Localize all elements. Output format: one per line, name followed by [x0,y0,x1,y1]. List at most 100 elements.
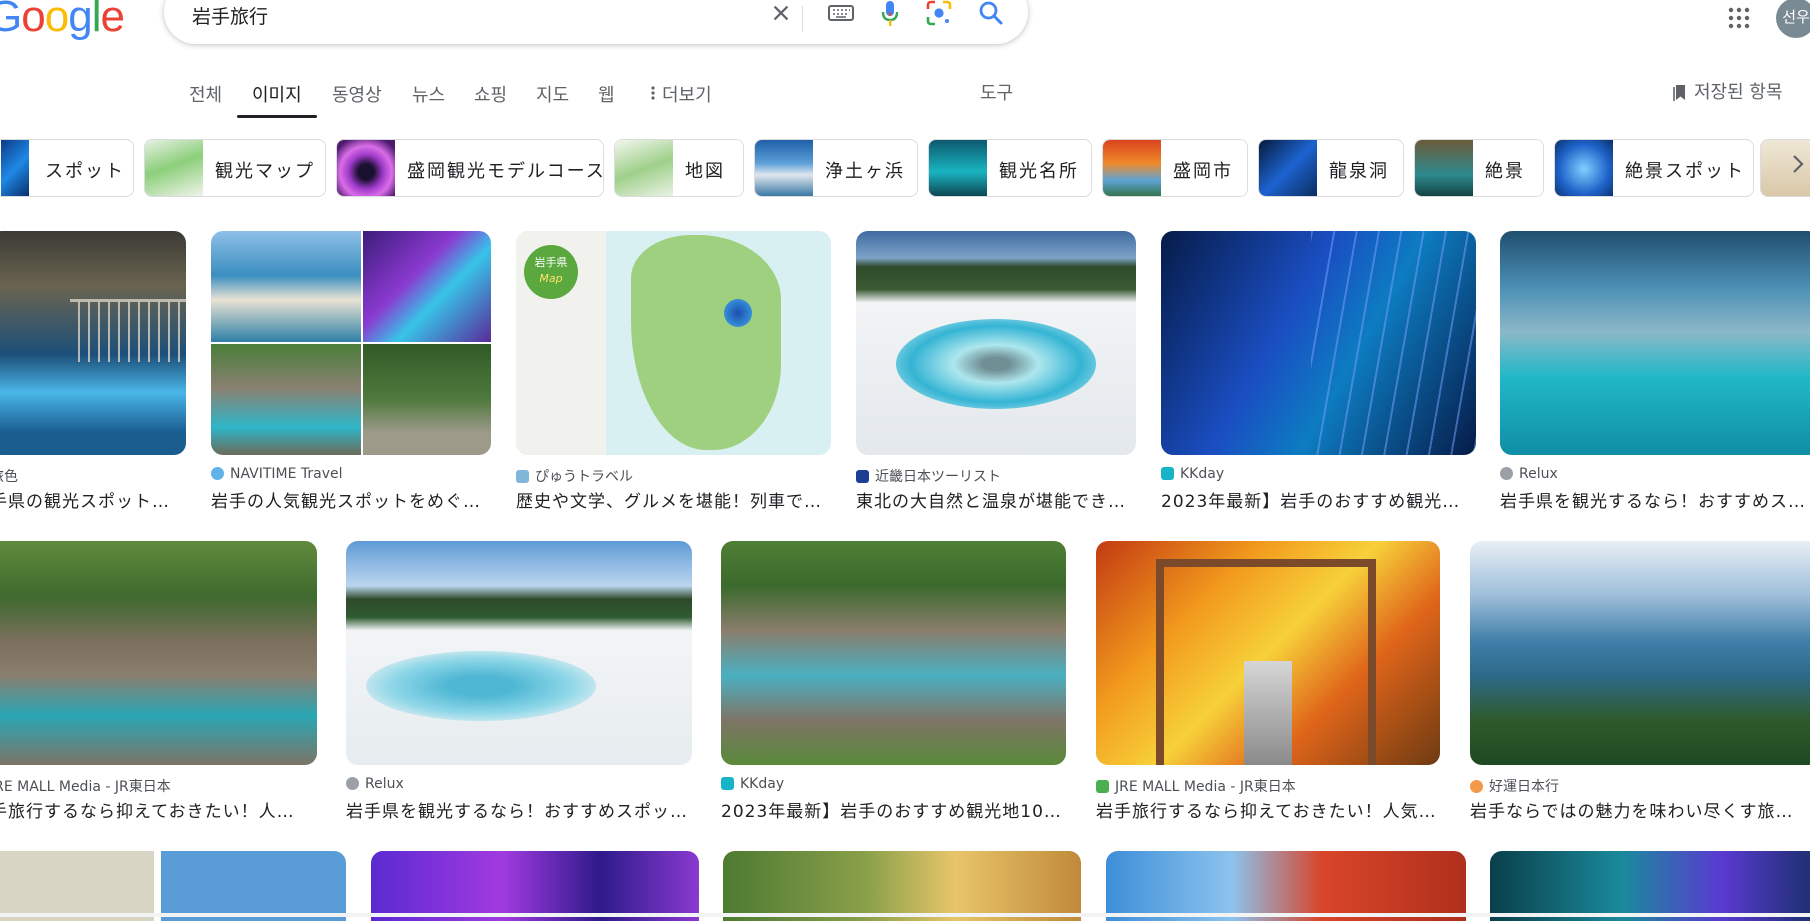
map-prefecture-shape [631,235,781,450]
result-title[interactable]: 手県の観光スポット… [0,487,186,512]
result-thumbnail[interactable] [1096,541,1440,765]
google-lens-icon[interactable] [926,0,952,30]
more-vert-icon [650,85,656,106]
result-title[interactable]: 歴史や文学、グルメを堪能！列車で… [516,487,831,512]
result-source[interactable]: 好運日本行 [1470,776,1559,796]
result-title[interactable]: 手旅行するなら抑えておきたい！人気… [0,797,310,822]
related-search-chips: スポット 観光マップ 盛岡観光モデルコース 地図 浄土ヶ浜 観光名所 盛岡市 龍… [0,139,1810,201]
result-title[interactable]: 岩手県を観光するなら！おすすめスポッ… [346,797,692,822]
chip-map[interactable]: 地図 [614,139,744,197]
result-thumbnail[interactable] [371,851,699,921]
result-title[interactable]: 東北の大自然と温泉が堪能でき… [856,487,1136,512]
result-thumbnail[interactable] [1490,851,1810,921]
walkway-graphic [70,299,186,362]
chip-label: スポット [45,161,125,182]
tab-maps[interactable]: 지도 [536,81,569,107]
tab-all[interactable]: 전체 [189,81,222,107]
chip-scenic-spots[interactable]: 絶景スポット [1554,139,1754,197]
chip-label: 絶景 [1485,161,1525,182]
result-source[interactable]: JRE MALL Media - JR東日本 [1096,776,1296,796]
result-source[interactable]: KKday [1161,466,1224,482]
chip-tourist-spots[interactable]: 観光名所 [928,139,1092,197]
close-icon[interactable] [770,2,792,28]
result-source[interactable]: JRE MALL Media - JR東日本 [0,776,171,796]
result-thumbnail[interactable] [0,541,317,765]
photo-tile [363,344,491,455]
chip-label: 盛岡観光モデルコース [407,161,604,182]
chip-thumbnail [1259,140,1317,196]
saved-items-button[interactable]: 저장된 항목 [1672,78,1783,107]
keyboard-icon[interactable] [828,4,854,26]
result-thumbnail[interactable] [1161,231,1476,455]
chip-label: 龍泉洞 [1329,161,1389,182]
result-thumbnail[interactable] [723,851,1081,921]
microphone-icon[interactable] [880,0,900,32]
viewport-bottom-edge [0,913,1810,917]
apps-grid-icon[interactable] [1727,6,1751,34]
search-divider [802,6,803,32]
result-thumbnail[interactable] [721,541,1066,765]
result-source[interactable]: 近畿日本ツーリスト [856,466,1001,486]
favicon-icon [346,777,359,790]
favicon-icon [211,467,224,480]
avatar[interactable]: 선우 [1776,0,1810,38]
active-tab-indicator [237,115,317,118]
result-thumbnail[interactable]: 岩手県 Map [516,231,831,455]
chip-thumbnail [145,140,203,196]
tools-button[interactable]: 도구 [980,79,1013,105]
favicon-icon [1470,780,1483,793]
result-source[interactable]: KKday [721,776,784,792]
chip-morioka[interactable]: 盛岡市 [1102,139,1248,197]
search-input[interactable]: 岩手旅行 [192,2,268,29]
photo-tile [363,231,491,342]
source-name: Relux [1519,466,1558,482]
dragon-eye-pond [896,319,1096,409]
chip-model-course[interactable]: 盛岡観光モデルコース [336,139,604,197]
result-source[interactable]: Relux [1500,466,1558,482]
logo-letter: g [68,0,93,41]
tab-images[interactable]: 이미지 [252,81,302,107]
chip-label: 盛岡市 [1173,161,1233,182]
result-title[interactable]: 岩手ならではの魅力を味わい尽くす旅行… [1470,797,1800,822]
chip-ryusendo[interactable]: 龍泉洞 [1258,139,1404,197]
photo-tile [211,231,361,342]
result-source[interactable]: 旅色 [0,466,18,486]
chip-sightseeing-map[interactable]: 観光マップ [144,139,326,197]
chip-label: 観光マップ [215,161,315,182]
search-box[interactable]: 岩手旅行 [164,0,1028,44]
result-title[interactable]: 岩手県を観光するなら！おすすめス… [1500,487,1810,512]
result-thumbnail[interactable] [1500,231,1810,455]
chip-scenic-view[interactable]: 絶景 [1414,139,1544,197]
tab-web[interactable]: 웹 [598,81,615,107]
result-title[interactable]: 2023年最新】岩手のおすすめ観光地10選… [721,797,1066,822]
chip-jodogahama[interactable]: 浄土ヶ浜 [754,139,918,197]
chip-thumbnail [1103,140,1161,196]
result-thumbnail[interactable] [1470,541,1810,765]
chip-label: 浄土ヶ浜 [825,161,905,182]
tab-more[interactable]: 더보기 [650,81,712,107]
result-thumbnail[interactable] [211,231,491,455]
result-thumbnail[interactable] [0,231,186,455]
result-source[interactable]: Relux [346,776,404,792]
chip-spot[interactable]: スポット [0,139,134,197]
map-marker [724,299,752,327]
result-thumbnail[interactable] [1106,851,1466,921]
result-title[interactable]: 2023年最新】岩手のおすすめ観光地… [1161,487,1476,512]
google-logo[interactable]: Google [0,0,125,42]
tab-shopping[interactable]: 쇼핑 [474,81,507,107]
result-source[interactable]: NAVITIME Travel [211,466,343,482]
chevron-right-icon[interactable] [1792,154,1804,180]
search-icon[interactable] [978,0,1004,30]
result-title[interactable]: 岩手の人気観光スポットをめぐ… [211,487,491,512]
tab-news[interactable]: 뉴스 [412,81,445,107]
favicon-icon [1500,467,1513,480]
result-thumbnail[interactable] [0,851,346,921]
tab-videos[interactable]: 동영상 [332,81,382,107]
result-source[interactable]: ぴゅうトラベル [516,466,633,486]
chip-thumbnail [755,140,813,196]
favicon-icon [516,470,529,483]
result-thumbnail[interactable] [856,231,1136,455]
result-title[interactable]: 岩手旅行するなら抑えておきたい！人気… [1096,797,1440,822]
bookmark-icon [1672,82,1688,107]
result-thumbnail[interactable] [346,541,692,765]
